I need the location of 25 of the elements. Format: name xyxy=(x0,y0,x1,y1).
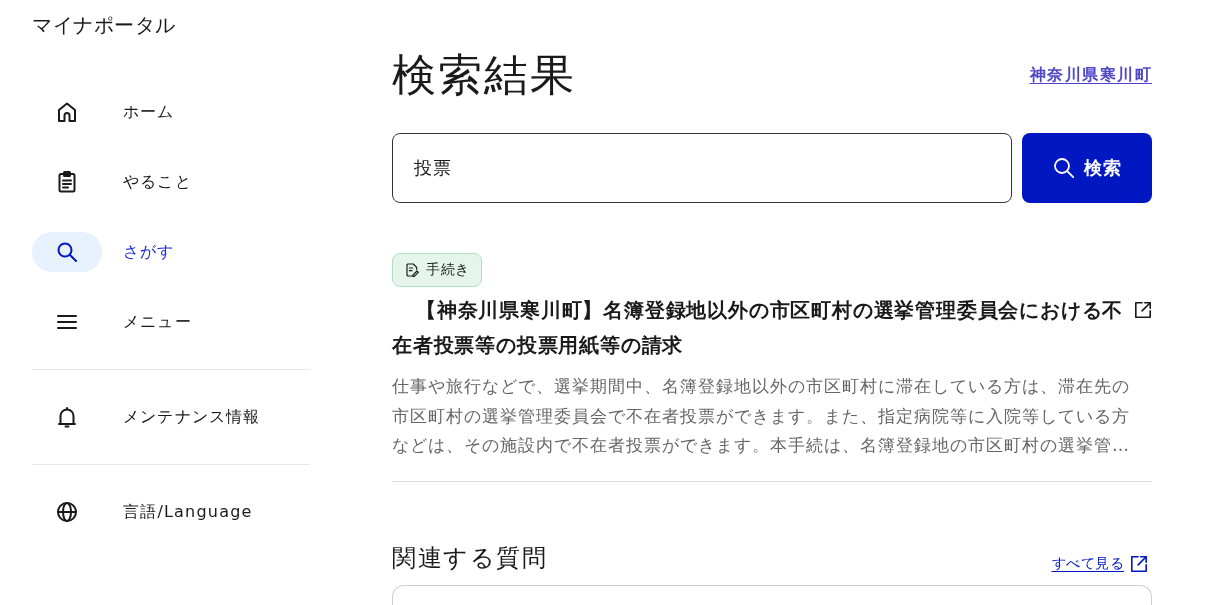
search-field[interactable]: 投票 xyxy=(392,133,1012,203)
clipboard-icon xyxy=(55,170,79,194)
site-logo[interactable]: マイナポータル xyxy=(32,10,176,40)
result-title-link[interactable]: 【神奈川県寒川町】名簿登録地以外の市区町村の選挙管理委員会における不在者投票等の投票用紙等の請求 xyxy=(392,293,1132,363)
nav-item[interactable]: さがす xyxy=(32,232,175,272)
nav-item[interactable]: 言語/Language xyxy=(32,492,253,532)
external-link-icon xyxy=(1130,554,1148,573)
home-icon xyxy=(55,100,79,124)
search-icon xyxy=(1052,156,1076,180)
nav-item[interactable]: ホーム xyxy=(32,92,175,132)
tag-label: 手続き xyxy=(426,261,470,279)
section-heading: 関連する質問 xyxy=(392,542,547,574)
search-button[interactable]: 検索 xyxy=(1022,133,1152,203)
nav-item[interactable]: メニュー xyxy=(32,302,192,342)
search-icon xyxy=(32,232,102,272)
nav-item[interactable]: やること xyxy=(32,162,192,202)
page-title: 検索結果 xyxy=(392,48,576,102)
bell-icon xyxy=(55,405,79,429)
document-pen-icon xyxy=(404,262,420,278)
location-link[interactable]: 神奈川県寒川町 xyxy=(1029,64,1152,86)
external-link-icon xyxy=(1134,301,1152,319)
see-all-link[interactable]: すべて見る xyxy=(1051,554,1148,573)
result-description: 仕事や旅行などで、選挙期間中、名簿登録地以外の市区町村に滞在している方は、滞在先の市区町村の選挙管理委員会で不在者投票ができます。また、指定病院等に入院等している方などは、その施設内で不在者投票ができます。本手続は、名簿登録地の市区町村の選挙管… xyxy=(392,375,1131,457)
globe-icon xyxy=(55,500,79,524)
nav-item[interactable]: メンテナンス情報 xyxy=(32,397,261,437)
